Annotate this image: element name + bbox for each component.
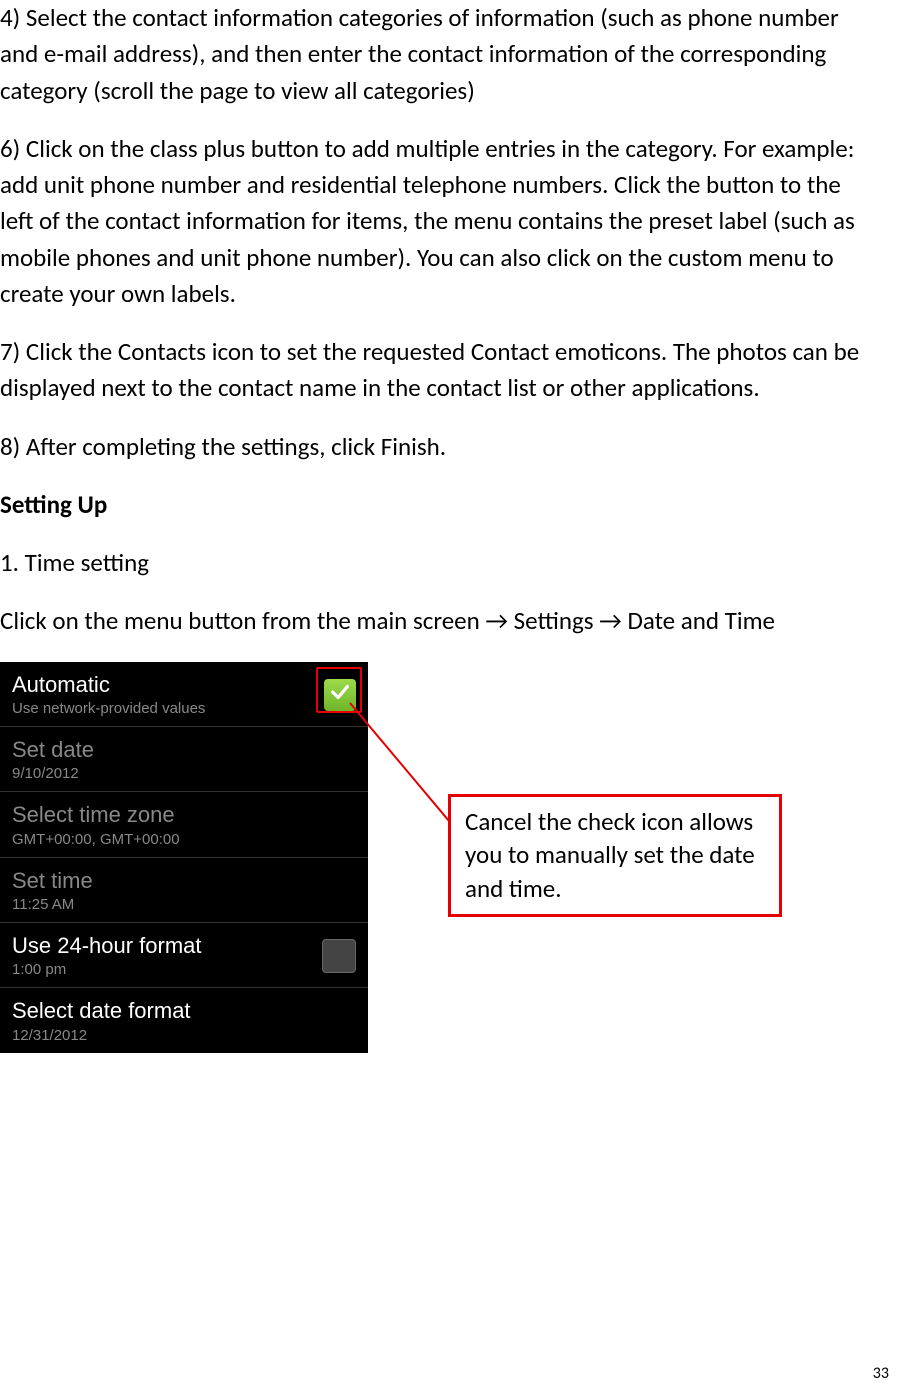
row-subtitle: Use network-provided values <box>12 700 205 718</box>
page-number: 33 <box>873 1362 889 1385</box>
subheading-time-setting: 1. Time setting <box>0 545 879 581</box>
paragraph-7: 7) Click the Contacts icon to set the re… <box>0 334 879 407</box>
paragraph-4: 4) Select the contact information catego… <box>0 0 879 109</box>
callout-text: Cancel the check icon allows you to manu… <box>465 806 755 905</box>
row-title: Use 24-hour format <box>12 933 202 959</box>
row-title: Set time <box>12 868 93 894</box>
row-title: Select time zone <box>12 802 180 828</box>
row-subtitle: 9/10/2012 <box>12 765 94 783</box>
row-title: Automatic <box>12 672 205 698</box>
heading-setting-up: Setting Up <box>0 487 879 523</box>
row-24-hour[interactable]: Use 24-hour format 1:00 pm <box>0 923 368 988</box>
checkbox-highlight-marker <box>316 667 362 713</box>
row-title: Select date format <box>12 998 191 1024</box>
phone-settings-panel: Automatic Use network-provided values Se… <box>0 662 368 1053</box>
row-select-time-zone[interactable]: Select time zone GMT+00:00, GMT+00:00 <box>0 792 368 857</box>
row-select-date-format[interactable]: Select date format 12/31/2012 <box>0 988 368 1052</box>
row-automatic[interactable]: Automatic Use network-provided values <box>0 662 368 727</box>
row-subtitle: GMT+00:00, GMT+00:00 <box>12 831 180 849</box>
row-set-time[interactable]: Set time 11:25 AM <box>0 858 368 923</box>
paragraph-8: 8) After completing the settings, click … <box>0 429 879 465</box>
row-subtitle: 1:00 pm <box>12 961 202 979</box>
row-subtitle: 12/31/2012 <box>12 1027 191 1045</box>
callout-box: Cancel the check icon allows you to manu… <box>448 794 782 917</box>
row-title: Set date <box>12 737 94 763</box>
row-subtitle: 11:25 AM <box>12 896 93 914</box>
instruction-path: Click on the menu button from the main s… <box>0 603 879 639</box>
checkbox-24-hour[interactable] <box>322 939 356 973</box>
row-set-date[interactable]: Set date 9/10/2012 <box>0 727 368 792</box>
paragraph-6: 6) Click on the class plus button to add… <box>0 131 879 312</box>
figure-area: Automatic Use network-provided values Se… <box>0 662 879 1053</box>
